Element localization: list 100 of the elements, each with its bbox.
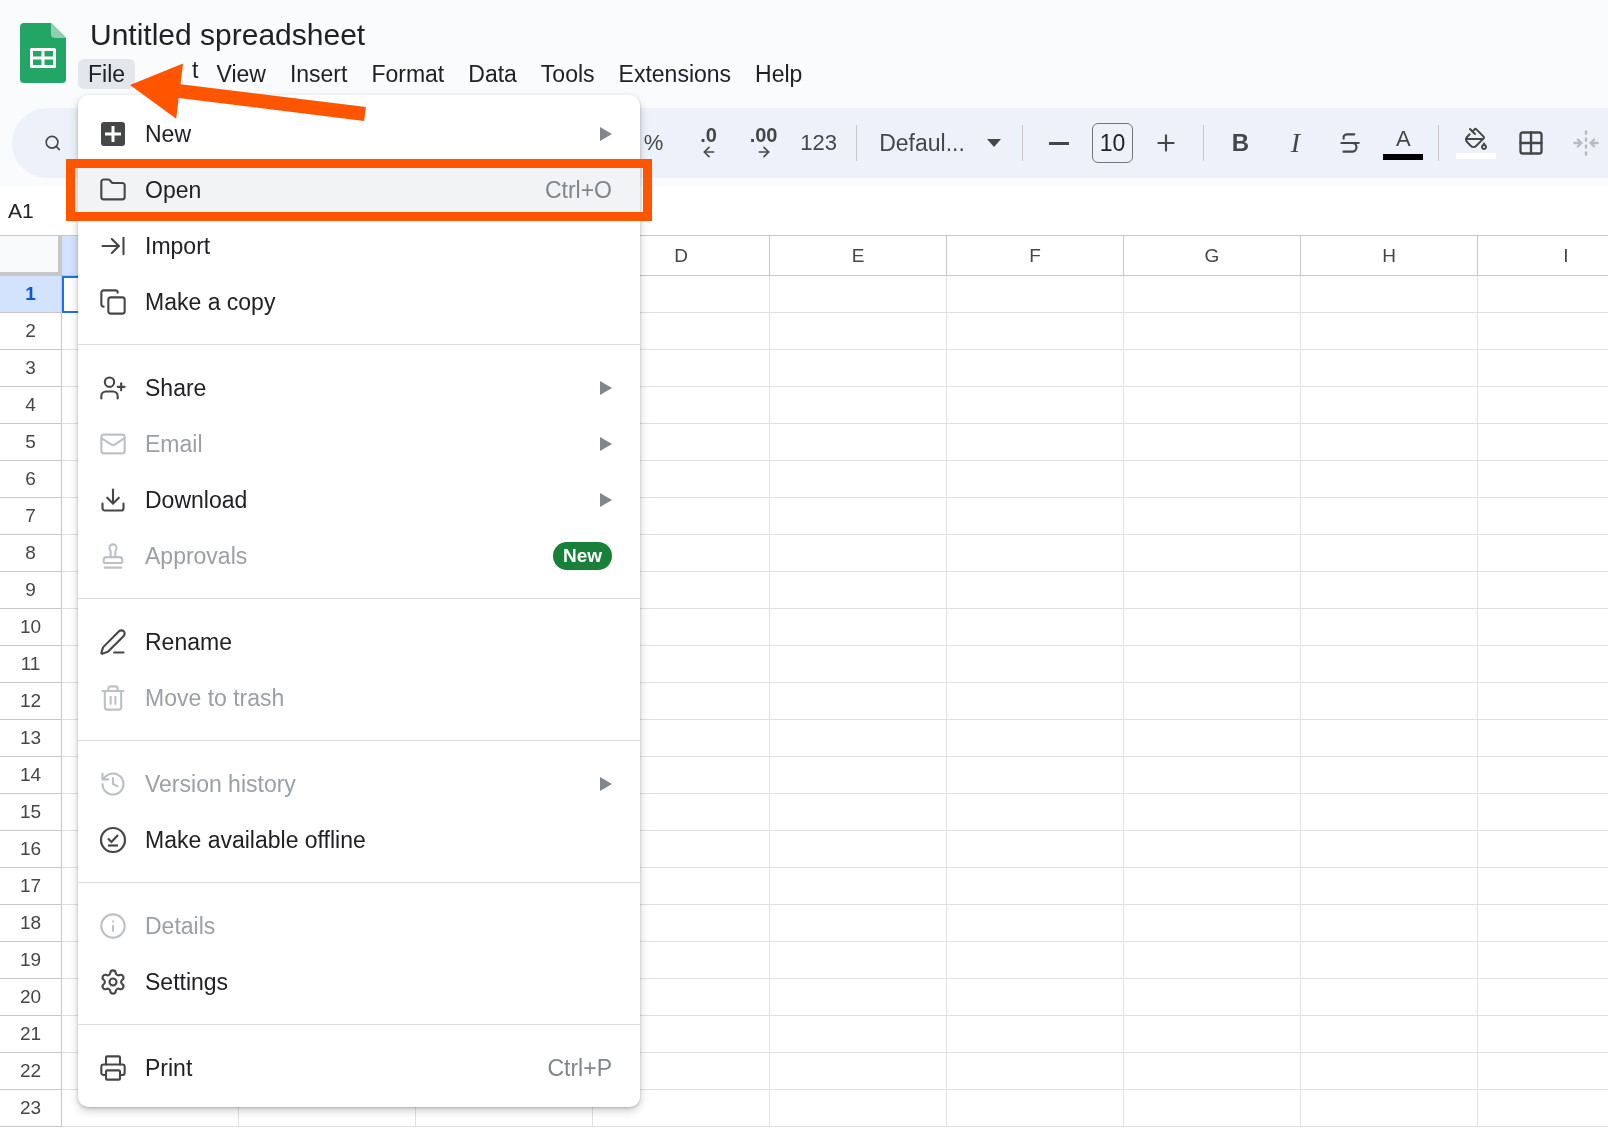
grid-cell[interactable]	[1124, 757, 1301, 794]
row-header[interactable]: 18	[0, 905, 62, 942]
grid-cell[interactable]	[1301, 757, 1478, 794]
grid-cell[interactable]	[770, 313, 947, 350]
grid-cell[interactable]	[770, 794, 947, 831]
grid-cell[interactable]	[947, 313, 1124, 350]
text-color-button[interactable]: A	[1383, 121, 1424, 165]
grid-cell[interactable]	[770, 387, 947, 424]
grid-cell[interactable]	[1124, 979, 1301, 1016]
font-dropdown[interactable]: Defaul...	[871, 121, 1007, 165]
grid-cell[interactable]	[947, 1090, 1124, 1127]
row-header[interactable]: 6	[0, 461, 62, 498]
grid-cell[interactable]	[1124, 535, 1301, 572]
grid-cell[interactable]	[770, 757, 947, 794]
grid-cell[interactable]	[1124, 350, 1301, 387]
grid-cell[interactable]	[1301, 979, 1478, 1016]
grid-cell[interactable]	[947, 757, 1124, 794]
grid-cell[interactable]	[1301, 276, 1478, 313]
grid-cell[interactable]	[1301, 1016, 1478, 1053]
grid-cell[interactable]	[1124, 1053, 1301, 1090]
grid-cell[interactable]	[1124, 905, 1301, 942]
row-header[interactable]: 16	[0, 831, 62, 868]
menu-bar-item[interactable]: Extensions	[608, 59, 742, 89]
row-header[interactable]: 23	[0, 1090, 62, 1127]
row-header[interactable]: 13	[0, 720, 62, 757]
grid-cell[interactable]	[770, 942, 947, 979]
sheets-logo[interactable]	[20, 23, 66, 83]
grid-cell[interactable]	[770, 461, 947, 498]
row-header[interactable]: 21	[0, 1016, 62, 1053]
grid-cell[interactable]	[947, 276, 1124, 313]
column-header[interactable]: G	[1124, 236, 1301, 276]
grid-cell[interactable]	[947, 868, 1124, 905]
column-header[interactable]: E	[770, 236, 947, 276]
format-button[interactable]: 123	[796, 121, 841, 165]
grid-cell[interactable]	[947, 387, 1124, 424]
grid-cell[interactable]	[947, 942, 1124, 979]
menu-bar-item[interactable]: t	[192, 59, 203, 81]
grid-cell[interactable]	[1301, 942, 1478, 979]
grid-cell[interactable]	[1301, 350, 1478, 387]
row-header[interactable]: 3	[0, 350, 62, 387]
grid-cell[interactable]	[1124, 646, 1301, 683]
grid-cell[interactable]	[1124, 572, 1301, 609]
menu-item[interactable]: Open Ctrl+O	[78, 168, 640, 212]
grid-cell[interactable]	[947, 1053, 1124, 1090]
grid-cell[interactable]	[770, 572, 947, 609]
grid-cell[interactable]	[1301, 609, 1478, 646]
grid-cell[interactable]	[1301, 461, 1478, 498]
grid-cell[interactable]	[770, 609, 947, 646]
menu-item[interactable]: Print Ctrl+P	[78, 1040, 640, 1096]
grid-cell[interactable]	[947, 461, 1124, 498]
grid-cell[interactable]	[1124, 609, 1301, 646]
grid-cell[interactable]	[1124, 831, 1301, 868]
grid-cell[interactable]	[947, 979, 1124, 1016]
grid-cell[interactable]	[1301, 646, 1478, 683]
grid-cell[interactable]	[1124, 794, 1301, 831]
row-header[interactable]: 5	[0, 424, 62, 461]
column-header[interactable]: F	[947, 236, 1124, 276]
grid-cell[interactable]	[947, 831, 1124, 868]
grid-cell[interactable]	[1301, 1053, 1478, 1090]
grid-cell[interactable]	[947, 1016, 1124, 1053]
grid-cell[interactable]	[1301, 313, 1478, 350]
row-header[interactable]: 10	[0, 609, 62, 646]
row-header[interactable]: 7	[0, 498, 62, 535]
grid-cell[interactable]	[770, 979, 947, 1016]
grid-cell[interactable]	[770, 535, 947, 572]
row-header[interactable]: 17	[0, 868, 62, 905]
menu-bar-item[interactable]: Help	[745, 59, 813, 89]
grid-cell[interactable]	[1124, 313, 1301, 350]
row-header[interactable]: 9	[0, 572, 62, 609]
grid-cell[interactable]	[770, 1090, 947, 1127]
grid-cell[interactable]	[1124, 276, 1301, 313]
grid-cell[interactable]	[1301, 720, 1478, 757]
grid-cell[interactable]	[770, 350, 947, 387]
document-title[interactable]: Untitled spreadsheet	[78, 17, 813, 53]
grid-cell[interactable]	[1301, 794, 1478, 831]
grid-cell[interactable]	[770, 683, 947, 720]
grid-cell[interactable]	[1124, 387, 1301, 424]
menu-item[interactable]: Download	[78, 472, 640, 528]
grid-cell[interactable]	[770, 868, 947, 905]
grid-cell[interactable]	[1124, 683, 1301, 720]
row-header[interactable]: 19	[0, 942, 62, 979]
menu-bar-item[interactable]: File	[78, 59, 136, 89]
row-header[interactable]: 12	[0, 683, 62, 720]
row-header[interactable]: 4	[0, 387, 62, 424]
menu-bar-item[interactable]: Tools	[530, 59, 605, 89]
name-box[interactable]: A1	[8, 198, 34, 223]
grid-cell[interactable]	[1124, 1090, 1301, 1127]
menu-item[interactable]: Make available offline	[78, 812, 640, 868]
grid-cell[interactable]	[1301, 683, 1478, 720]
row-header[interactable]: 11	[0, 646, 62, 683]
grid-cell[interactable]	[1124, 720, 1301, 757]
select-all-corner[interactable]	[0, 236, 62, 276]
menu-bar-item[interactable]: Data	[458, 59, 527, 89]
grid-cell[interactable]	[1301, 498, 1478, 535]
grid-cell[interactable]	[947, 350, 1124, 387]
grid-cell[interactable]	[770, 424, 947, 461]
grid-cell[interactable]	[947, 498, 1124, 535]
grid-cell[interactable]	[947, 424, 1124, 461]
grid-cell[interactable]	[947, 720, 1124, 757]
grid-cell[interactable]	[1301, 831, 1478, 868]
